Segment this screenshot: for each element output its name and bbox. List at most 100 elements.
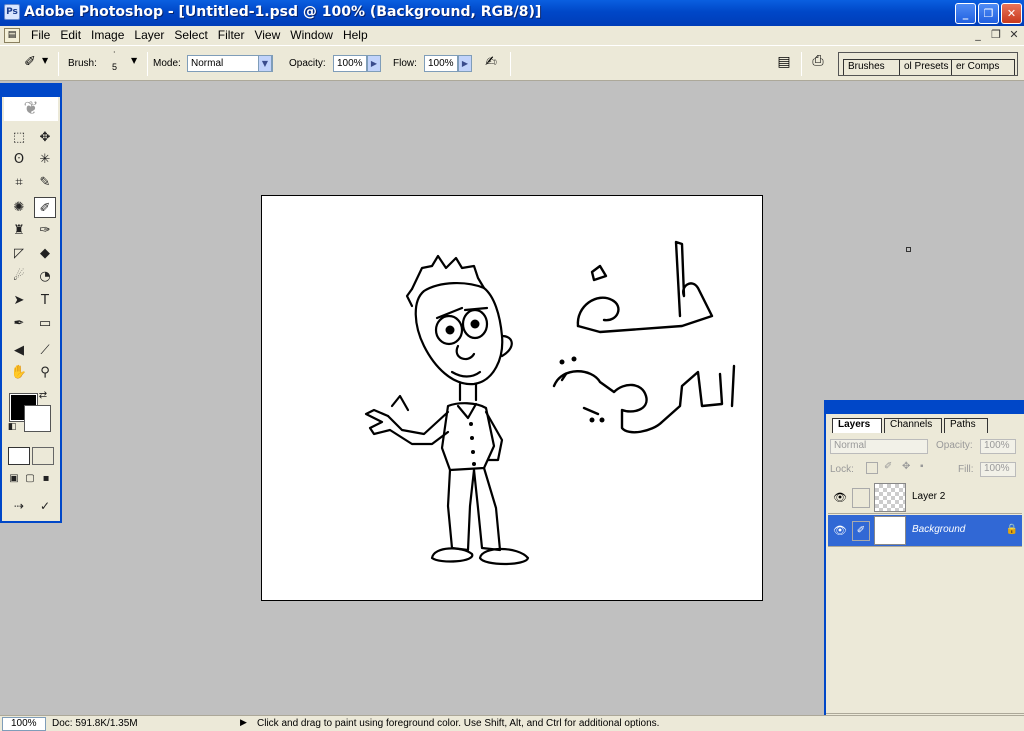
dodge-tool-icon[interactable]: ◔ [34, 266, 56, 287]
canvas-marker [906, 247, 911, 252]
menu-window[interactable]: Window [285, 28, 338, 42]
menu-filter[interactable]: Filter [213, 28, 250, 42]
flow-input[interactable]: 100% [424, 55, 458, 72]
palette-well-icon[interactable]: ⎙ [807, 53, 829, 75]
paint-brush-icon[interactable]: ✐ [852, 521, 870, 541]
close-button[interactable]: ✕ [1001, 3, 1022, 24]
healing-brush-tool-icon[interactable]: ✺ [8, 197, 30, 218]
layer-row-layer-2[interactable]: 👁 Layer 2 [828, 482, 1022, 514]
background-color-swatch[interactable] [24, 405, 51, 432]
opacity-slider-button[interactable]: ▶ [367, 55, 381, 72]
zoom-tool-icon[interactable]: ⚲ [34, 362, 56, 383]
menu-help[interactable]: Help [338, 28, 373, 42]
brush-tool-icon[interactable]: ✐ [34, 197, 56, 218]
lock-position-icon[interactable]: ✥ [902, 461, 910, 472]
pen-tool-icon[interactable]: ✒ [8, 313, 30, 334]
menu-layer[interactable]: Layer [129, 28, 169, 42]
path-selection-tool-icon[interactable]: ➤ [8, 290, 30, 311]
doc-close-button[interactable]: ✕ [1006, 28, 1022, 42]
toolbox-header[interactable] [2, 85, 60, 97]
minimize-button[interactable]: _ [955, 3, 976, 24]
eyedropper-tool-icon[interactable]: ⟋ [34, 340, 56, 361]
screen-mode-standard-icon[interactable]: ▣ [6, 471, 22, 487]
magic-wand-tool-icon[interactable]: ✳ [34, 149, 56, 170]
brush-picker-chevron-icon[interactable]: ▼ [131, 56, 137, 65]
toolbox: ❦ ⬚ ✥ ʘ ✳ ⌗ ✎ ✺ ✐ ♜ ✑ ◸ ◆ ☄ ◔ ➤ T ✒ ▭ ◀ ⟋ ✋ ⚲ ⇄ ◧ ▣ ▢ ▪ ⇢ ✓ [0, 83, 62, 523]
maximize-button[interactable]: ❐ [978, 3, 999, 24]
fill-label: Fill: [958, 464, 974, 475]
tab-layer-comps[interactable]: er Comps [951, 59, 1015, 75]
brush-size-value: 5 [112, 62, 118, 72]
screen-mode-full-icon[interactable]: ▪ [38, 471, 54, 487]
separator [147, 52, 148, 76]
default-colors-icon[interactable]: ◧ [6, 421, 18, 433]
visibility-eye-icon[interactable]: 👁 [830, 521, 850, 541]
doc-restore-button[interactable]: ❐ [988, 28, 1004, 42]
status-menu-arrow-icon[interactable]: ▶ [240, 717, 247, 728]
quick-mask-button[interactable] [32, 447, 54, 465]
document-canvas[interactable] [261, 195, 763, 601]
tab-layers[interactable]: Layers [832, 418, 882, 433]
lock-transparency-icon[interactable] [866, 462, 878, 474]
lock-label: Lock: [830, 464, 854, 475]
cartoon-drawing [364, 240, 736, 566]
palette-well: Brushes ol Presets er Comps [838, 52, 1018, 76]
brush-preset-icon[interactable]: ✐ [20, 54, 40, 74]
move-tool-icon[interactable]: ✥ [34, 127, 56, 148]
swap-colors-icon[interactable]: ⇄ [36, 389, 50, 403]
crop-tool-icon[interactable]: ⌗ [8, 172, 30, 193]
layer-link-box[interactable] [852, 488, 870, 508]
flow-label: Flow: [393, 58, 417, 69]
paint-bucket-tool-icon[interactable]: ◆ [34, 243, 56, 264]
menu-file[interactable]: File [26, 28, 55, 42]
zoom-level-field[interactable]: 100% [2, 717, 46, 731]
layers-palette-header[interactable] [826, 402, 1024, 414]
document-size-info[interactable]: Doc: 591.8K/1.35M [52, 718, 138, 729]
history-brush-tool-icon[interactable]: ✑ [34, 220, 56, 241]
lock-pixels-icon[interactable]: ✐ [884, 461, 892, 472]
mode-label: Mode: [153, 58, 181, 69]
notes-tool-icon[interactable]: ◀ [8, 340, 30, 361]
slice-tool-icon[interactable]: ✎ [34, 172, 56, 193]
tab-paths[interactable]: Paths [944, 418, 988, 433]
mode-dropdown-icon[interactable]: ▼ [258, 55, 272, 72]
tab-brushes[interactable]: Brushes [843, 59, 903, 75]
photoshop-app-icon: Ps [4, 4, 20, 20]
type-tool-icon[interactable]: T [34, 290, 56, 311]
menu-select[interactable]: Select [169, 28, 212, 42]
lock-all-icon[interactable]: ▪ [920, 461, 924, 472]
doc-minimize-button[interactable]: _ [970, 28, 986, 42]
screen-mode-full-menu-icon[interactable]: ▢ [22, 471, 38, 487]
flow-slider-button[interactable]: ▶ [458, 55, 472, 72]
layer-opacity-input[interactable]: 100% [980, 439, 1016, 454]
menu-edit[interactable]: Edit [55, 28, 86, 42]
lasso-tool-icon[interactable]: ʘ [8, 149, 30, 170]
airbrush-icon[interactable]: ✍ [480, 54, 502, 74]
status-bar: 100% Doc: 591.8K/1.35M ▶ Click and drag … [0, 715, 1024, 731]
options-bar: ✐ ▼ Brush: 5 · ▼ Mode: Normal ▼ Opacity:… [0, 45, 1024, 81]
visibility-eye-icon[interactable]: 👁 [830, 488, 850, 508]
menu-image[interactable]: Image [86, 28, 129, 42]
layer-row-background[interactable]: 👁 ✐ Background 🔒 [828, 515, 1022, 547]
opacity-label: Opacity: [289, 58, 326, 69]
standard-mode-button[interactable] [8, 447, 30, 465]
document-icon[interactable]: ▤ [4, 28, 20, 43]
fill-input[interactable]: 100% [980, 462, 1016, 477]
feather-logo-icon[interactable]: ❦ [4, 97, 58, 121]
opacity-input[interactable]: 100% [333, 55, 367, 72]
blur-tool-icon[interactable]: ☄ [8, 266, 30, 287]
blend-mode-select[interactable]: Normal [830, 439, 928, 454]
jump-to-imageready-icon[interactable]: ⇢ [8, 497, 30, 515]
hand-tool-icon[interactable]: ✋ [8, 362, 30, 383]
layer-opacity-label: Opacity: [936, 440, 973, 451]
file-browser-icon[interactable]: ▤ [774, 54, 794, 74]
tab-channels[interactable]: Channels [884, 418, 942, 433]
eraser-tool-icon[interactable]: ◸ [8, 243, 30, 264]
menu-view[interactable]: View [249, 28, 285, 42]
tab-tool-presets[interactable]: ol Presets [899, 59, 955, 75]
chevron-down-icon[interactable]: ▼ [42, 56, 48, 65]
marquee-tool-icon[interactable]: ⬚ [8, 127, 30, 148]
rectangle-tool-icon[interactable]: ▭ [34, 313, 56, 334]
edit-in-imageready-icon[interactable]: ✓ [34, 497, 56, 515]
clone-stamp-tool-icon[interactable]: ♜ [8, 220, 30, 241]
